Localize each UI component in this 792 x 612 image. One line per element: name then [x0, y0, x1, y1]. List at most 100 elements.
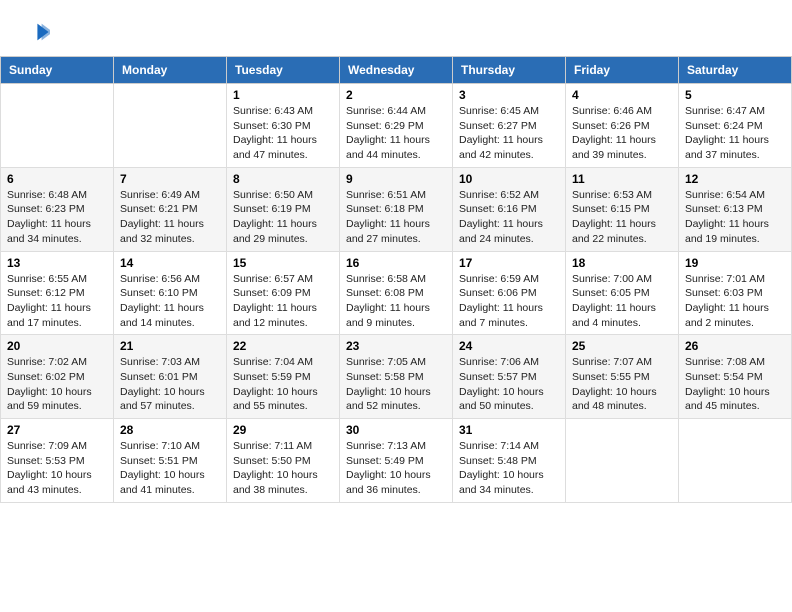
calendar-cell: 5 Sunrise: 6:47 AMSunset: 6:24 PMDaylight…	[679, 84, 792, 168]
day-info: Sunrise: 6:53 AMSunset: 6:15 PMDaylight:…	[572, 188, 672, 247]
calendar-cell: 29 Sunrise: 7:11 AMSunset: 5:50 PMDayligh…	[227, 419, 340, 503]
day-info: Sunrise: 6:56 AMSunset: 6:10 PMDaylight:…	[120, 272, 220, 331]
day-number: 20	[7, 339, 107, 353]
day-number: 5	[685, 88, 785, 102]
day-number: 7	[120, 172, 220, 186]
calendar-cell: 4 Sunrise: 6:46 AMSunset: 6:26 PMDaylight…	[566, 84, 679, 168]
day-number: 28	[120, 423, 220, 437]
day-number: 19	[685, 256, 785, 270]
calendar-cell	[1, 84, 114, 168]
calendar-cell: 11 Sunrise: 6:53 AMSunset: 6:15 PMDayligh…	[566, 167, 679, 251]
calendar-cell: 14 Sunrise: 6:56 AMSunset: 6:10 PMDayligh…	[114, 251, 227, 335]
day-number: 22	[233, 339, 333, 353]
day-number: 3	[459, 88, 559, 102]
day-number: 13	[7, 256, 107, 270]
weekday-header: Wednesday	[340, 57, 453, 84]
calendar-cell	[114, 84, 227, 168]
weekday-header: Saturday	[679, 57, 792, 84]
weekday-header: Sunday	[1, 57, 114, 84]
day-info: Sunrise: 6:49 AMSunset: 6:21 PMDaylight:…	[120, 188, 220, 247]
day-info: Sunrise: 7:08 AMSunset: 5:54 PMDaylight:…	[685, 355, 785, 414]
day-number: 27	[7, 423, 107, 437]
calendar-cell: 28 Sunrise: 7:10 AMSunset: 5:51 PMDayligh…	[114, 419, 227, 503]
calendar-cell: 12Sunrise: 6:54 AMSunset: 6:13 PMDayligh…	[679, 167, 792, 251]
day-info: Sunrise: 6:51 AMSunset: 6:18 PMDaylight:…	[346, 188, 446, 247]
day-number: 6	[7, 172, 107, 186]
day-info: Sunrise: 7:02 AMSunset: 6:02 PMDaylight:…	[7, 355, 107, 414]
day-info: Sunrise: 6:55 AMSunset: 6:12 PMDaylight:…	[7, 272, 107, 331]
day-number: 30	[346, 423, 446, 437]
day-number: 4	[572, 88, 672, 102]
day-number: 17	[459, 256, 559, 270]
day-number: 29	[233, 423, 333, 437]
day-info: Sunrise: 7:13 AMSunset: 5:49 PMDaylight:…	[346, 439, 446, 498]
day-info: Sunrise: 7:09 AMSunset: 5:53 PMDaylight:…	[7, 439, 107, 498]
calendar-cell	[679, 419, 792, 503]
calendar-cell: 3 Sunrise: 6:45 AMSunset: 6:27 PMDaylight…	[453, 84, 566, 168]
day-info: Sunrise: 6:45 AMSunset: 6:27 PMDaylight:…	[459, 104, 559, 163]
calendar-cell: 18 Sunrise: 7:00 AMSunset: 6:05 PMDayligh…	[566, 251, 679, 335]
calendar-cell: 24 Sunrise: 7:06 AMSunset: 5:57 PMDayligh…	[453, 335, 566, 419]
day-number: 15	[233, 256, 333, 270]
day-info: Sunrise: 7:03 AMSunset: 6:01 PMDaylight:…	[120, 355, 220, 414]
page-header	[0, 0, 792, 56]
calendar-cell: 15 Sunrise: 6:57 AMSunset: 6:09 PMDayligh…	[227, 251, 340, 335]
calendar-week-row: 6Sunrise: 6:48 AMSunset: 6:23 PMDaylight…	[1, 167, 792, 251]
weekday-header: Friday	[566, 57, 679, 84]
day-number: 14	[120, 256, 220, 270]
calendar-week-row: 1Sunrise: 6:43 AMSunset: 6:30 PMDaylight…	[1, 84, 792, 168]
calendar-cell: 13 Sunrise: 6:55 AMSunset: 6:12 PMDayligh…	[1, 251, 114, 335]
day-number: 24	[459, 339, 559, 353]
calendar-cell: 8Sunrise: 6:50 AMSunset: 6:19 PMDaylight…	[227, 167, 340, 251]
day-number: 21	[120, 339, 220, 353]
day-info: Sunrise: 6:57 AMSunset: 6:09 PMDaylight:…	[233, 272, 333, 331]
day-number: 8	[233, 172, 333, 186]
calendar-cell: 20 Sunrise: 7:02 AMSunset: 6:02 PMDayligh…	[1, 335, 114, 419]
calendar-cell: 30 Sunrise: 7:13 AMSunset: 5:49 PMDayligh…	[340, 419, 453, 503]
calendar-cell: 2 Sunrise: 6:44 AMSunset: 6:29 PMDaylight…	[340, 84, 453, 168]
day-number: 18	[572, 256, 672, 270]
calendar-week-row: 27 Sunrise: 7:09 AMSunset: 5:53 PMDayligh…	[1, 419, 792, 503]
day-number: 11	[572, 172, 672, 186]
day-info: Sunrise: 7:10 AMSunset: 5:51 PMDaylight:…	[120, 439, 220, 498]
day-info: Sunrise: 6:52 AMSunset: 6:16 PMDaylight:…	[459, 188, 559, 247]
calendar-cell: 7 Sunrise: 6:49 AMSunset: 6:21 PMDaylight…	[114, 167, 227, 251]
calendar-week-row: 20 Sunrise: 7:02 AMSunset: 6:02 PMDayligh…	[1, 335, 792, 419]
day-number: 26	[685, 339, 785, 353]
calendar-cell: 19 Sunrise: 7:01 AMSunset: 6:03 PMDayligh…	[679, 251, 792, 335]
weekday-header: Tuesday	[227, 57, 340, 84]
day-info: Sunrise: 6:59 AMSunset: 6:06 PMDaylight:…	[459, 272, 559, 331]
day-number: 9	[346, 172, 446, 186]
calendar-cell: 26 Sunrise: 7:08 AMSunset: 5:54 PMDayligh…	[679, 335, 792, 419]
day-info: Sunrise: 6:44 AMSunset: 6:29 PMDaylight:…	[346, 104, 446, 163]
calendar-cell: 23 Sunrise: 7:05 AMSunset: 5:58 PMDayligh…	[340, 335, 453, 419]
weekday-header: Thursday	[453, 57, 566, 84]
calendar-cell: 16 Sunrise: 6:58 AMSunset: 6:08 PMDayligh…	[340, 251, 453, 335]
day-info: Sunrise: 6:46 AMSunset: 6:26 PMDaylight:…	[572, 104, 672, 163]
day-info: Sunrise: 7:06 AMSunset: 5:57 PMDaylight:…	[459, 355, 559, 414]
day-info: Sunrise: 7:04 AMSunset: 5:59 PMDaylight:…	[233, 355, 333, 414]
calendar-cell: 9 Sunrise: 6:51 AMSunset: 6:18 PMDaylight…	[340, 167, 453, 251]
day-number: 25	[572, 339, 672, 353]
logo-icon	[22, 18, 50, 46]
day-info: Sunrise: 7:07 AMSunset: 5:55 PMDaylight:…	[572, 355, 672, 414]
day-info: Sunrise: 6:54 AMSunset: 6:13 PMDaylight:…	[685, 188, 785, 247]
calendar-table: SundayMondayTuesdayWednesdayThursdayFrid…	[0, 56, 792, 503]
day-info: Sunrise: 7:00 AMSunset: 6:05 PMDaylight:…	[572, 272, 672, 331]
calendar-cell: 17 Sunrise: 6:59 AMSunset: 6:06 PMDayligh…	[453, 251, 566, 335]
calendar-cell: 31Sunrise: 7:14 AMSunset: 5:48 PMDayligh…	[453, 419, 566, 503]
day-info: Sunrise: 6:47 AMSunset: 6:24 PMDaylight:…	[685, 104, 785, 163]
calendar-cell: 27 Sunrise: 7:09 AMSunset: 5:53 PMDayligh…	[1, 419, 114, 503]
day-info: Sunrise: 7:11 AMSunset: 5:50 PMDaylight:…	[233, 439, 333, 498]
day-info: Sunrise: 7:05 AMSunset: 5:58 PMDaylight:…	[346, 355, 446, 414]
day-number: 2	[346, 88, 446, 102]
calendar-cell: 25 Sunrise: 7:07 AMSunset: 5:55 PMDayligh…	[566, 335, 679, 419]
day-info: Sunrise: 6:58 AMSunset: 6:08 PMDaylight:…	[346, 272, 446, 331]
calendar-week-row: 13 Sunrise: 6:55 AMSunset: 6:12 PMDayligh…	[1, 251, 792, 335]
day-info: Sunrise: 6:43 AMSunset: 6:30 PMDaylight:…	[233, 104, 333, 163]
day-info: Sunrise: 7:01 AMSunset: 6:03 PMDaylight:…	[685, 272, 785, 331]
calendar-cell: 1Sunrise: 6:43 AMSunset: 6:30 PMDaylight…	[227, 84, 340, 168]
logo	[20, 18, 52, 46]
day-number: 23	[346, 339, 446, 353]
day-number: 16	[346, 256, 446, 270]
